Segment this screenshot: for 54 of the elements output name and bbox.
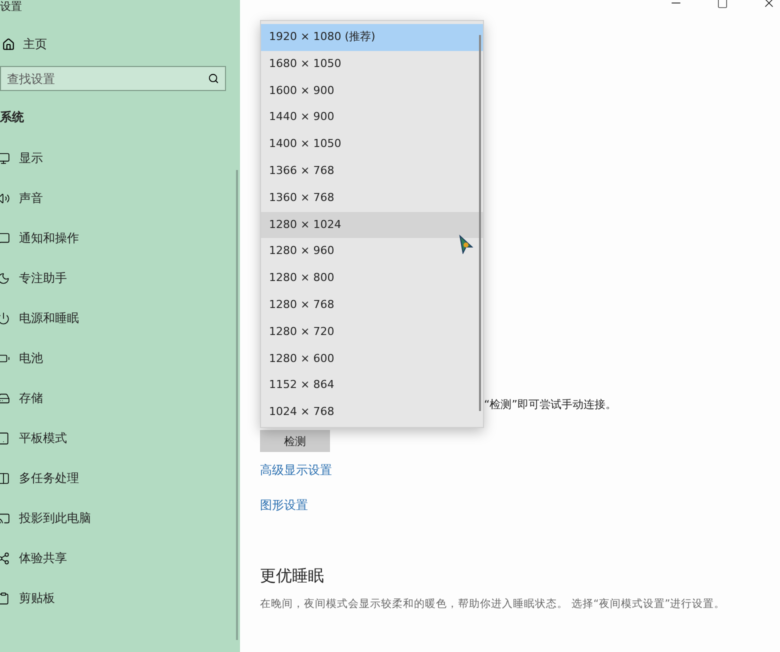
sidebar-item[interactable]: 通知和操作 [0,228,240,248]
dropdown-option[interactable]: 1280 × 1024 [261,212,483,238]
multitask-icon [0,472,10,484]
settings-link[interactable]: 高级显示设置 [260,462,332,479]
clipboard-icon [0,592,10,604]
monitor-icon [0,152,10,164]
dropdown-option[interactable]: 1680 × 1050 [261,50,483,78]
message-icon [0,232,10,244]
section-heading: 更优睡眠 [260,566,325,587]
home-icon [2,38,15,50]
dropdown-option[interactable]: 1600 × 900 [261,78,483,104]
sidebar-item[interactable]: 多任务处理 [0,468,240,488]
scrollbar[interactable] [479,35,481,411]
sidebar-item[interactable]: 声音 [0,188,240,208]
sidebar-item[interactable]: 体验共享 [0,548,240,568]
sidebar-item[interactable]: 剪贴板 [0,588,240,608]
dropdown-option[interactable]: 1280 × 720 [261,318,483,346]
sidebar-item[interactable]: 平板模式 [0,428,240,448]
drive-icon [0,392,10,404]
hint-text: “检测”即可尝试手动连接。 [484,397,618,412]
sidebar-item[interactable]: 电池 [0,348,240,368]
sidebar-item[interactable]: 投影到此电脑 [0,508,240,528]
cursor-icon [458,234,474,254]
search-field[interactable]: 查找设置 [0,66,226,91]
dropdown-option[interactable]: 1280 × 960 [261,238,483,266]
projection-icon [0,512,10,524]
moon-icon [0,272,10,284]
dropdown-option[interactable]: 1440 × 900 [261,104,483,132]
description-text: 在晚间，夜间模式会显示较柔和的暖色，帮助你进入睡眠状态。 选择“夜间模式设置”进行设置。 [260,597,726,611]
settings-link[interactable]: 图形设置 [260,497,308,514]
home-nav-item[interactable]: 主页 [0,34,240,54]
sidebar-item[interactable]: 电源和睡眠 [0,308,240,328]
dropdown-option[interactable]: 1024 × 768 [261,399,483,426]
sidebar-item[interactable]: 专注助手 [0,268,240,288]
dropdown-option[interactable]: 1152 × 864 [261,372,483,400]
speaker-icon [0,192,10,204]
sidebar-item[interactable]: 显示 [0,148,240,168]
dropdown-option[interactable]: 1400 × 1050 [261,131,483,158]
search-icon [208,73,219,84]
dropdown-option[interactable]: 1280 × 600 [261,346,483,372]
window-title: 设置 [0,0,22,14]
dropdown-option[interactable]: 1280 × 800 [261,265,483,292]
power-icon [0,312,10,324]
dropdown-option[interactable]: 1920 × 1080 (推荐) [261,24,483,51]
dropdown-option[interactable]: 1366 × 768 [261,158,483,185]
share-icon [0,552,10,564]
maximize-icon[interactable] [717,0,728,8]
scrollbar[interactable] [236,170,238,640]
dropdown-option[interactable]: 1360 × 768 [261,184,483,212]
sidebar-item[interactable]: 存储 [0,388,240,408]
section-heading: 系统 [0,109,25,126]
dropdown-option[interactable]: 1280 × 768 [261,292,483,319]
tablet-icon [0,432,10,444]
detect-button[interactable]: 检测 [260,430,330,452]
